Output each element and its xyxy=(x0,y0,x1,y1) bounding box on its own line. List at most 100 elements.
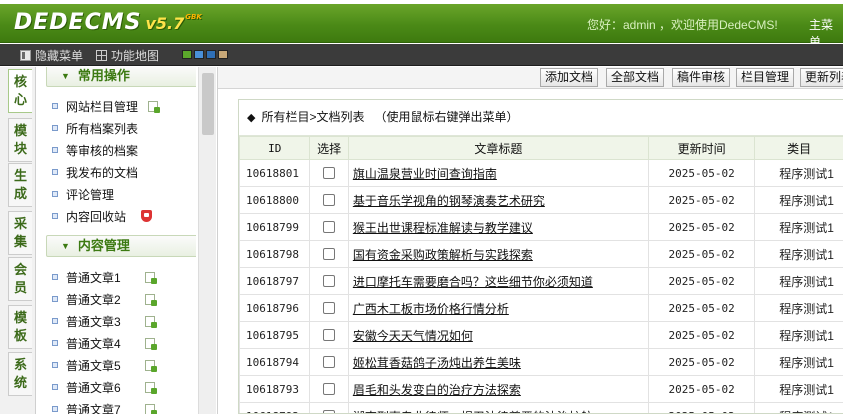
document-list-panel: ◆ 所有栏目>文档列表 （使用鼠标右键弹出菜单） ID 选择 文章标题 更新时间 类目 1… xyxy=(238,99,843,414)
row-checkbox[interactable] xyxy=(323,221,336,234)
menu-item-0[interactable]: 网站栏目管理 xyxy=(52,96,161,116)
side-tab[interactable]: 核心 xyxy=(8,69,32,113)
category-cell[interactable]: 程序测试1 xyxy=(754,186,843,214)
bullet-icon xyxy=(52,362,58,368)
add-article-icon[interactable] xyxy=(144,381,157,394)
table-row: 10618792 湖南刑事专业律师：捍卫法律尊严的法治护航 2025-05-02程序… xyxy=(239,402,843,414)
doc-title-link[interactable]: 广西木工板市场价格行情分析 xyxy=(353,302,509,316)
doc-title-link[interactable]: 国有资金采购政策解析与实践探索 xyxy=(353,248,533,262)
update-date: 2025-05-02 xyxy=(647,402,756,413)
doc-title-link[interactable]: 猴王出世课程标准解读与教学建议 xyxy=(353,221,533,235)
action-button[interactable]: 更新列表 xyxy=(800,68,843,87)
add-article-icon[interactable] xyxy=(144,293,157,306)
side-tab-label-line2: 员 xyxy=(13,280,27,295)
side-tab[interactable]: 系统 xyxy=(8,352,32,396)
title-cell: 进口摩托车需要磨合吗？这些细节你必须知道 xyxy=(347,267,649,295)
row-checkbox[interactable] xyxy=(323,356,336,369)
article-menu-item[interactable]: 普通文章4 xyxy=(52,333,157,353)
row-checkbox[interactable] xyxy=(323,167,336,180)
side-tab[interactable]: 生成 xyxy=(8,163,32,207)
row-checkbox[interactable] xyxy=(323,248,336,261)
row-checkbox[interactable] xyxy=(323,275,336,288)
title-cell: 姬松茸香菇鸽子汤炖出养生美味 xyxy=(347,348,649,376)
skin-swatch[interactable] xyxy=(182,50,192,59)
menu-item-5[interactable]: 内容回收站 xyxy=(52,206,153,226)
category-cell[interactable]: 程序测试1 xyxy=(754,348,843,376)
category-cell[interactable]: 程序测试1 xyxy=(754,294,843,322)
side-tab-label-line2: 成 xyxy=(13,186,27,201)
action-button[interactable]: 栏目管理 xyxy=(736,68,795,87)
row-checkbox[interactable] xyxy=(323,302,336,315)
category-cell[interactable]: 程序测试1 xyxy=(754,321,843,349)
select-cell xyxy=(309,186,349,214)
add-article-icon[interactable] xyxy=(144,403,157,414)
category-cell[interactable]: 程序测试1 xyxy=(754,375,843,403)
menu-item-1[interactable]: 所有档案列表 xyxy=(52,118,138,138)
select-cell xyxy=(309,321,349,349)
article-menu-item[interactable]: 普通文章1 xyxy=(52,267,157,287)
add-article-icon[interactable] xyxy=(144,337,157,350)
row-checkbox[interactable] xyxy=(323,383,336,396)
skin-swatch[interactable] xyxy=(206,50,216,59)
menu-item-4[interactable]: 评论管理 xyxy=(52,184,114,204)
skin-swatch[interactable] xyxy=(194,50,204,59)
menu-item-label: 内容回收站 xyxy=(66,209,127,224)
category-cell[interactable]: 程序测试1 xyxy=(754,240,843,268)
category-cell[interactable]: 程序测试1 xyxy=(754,267,843,295)
title-cell: 旗山温泉营业时间查询指南 xyxy=(347,159,649,187)
article-menu-item[interactable]: 普通文章7 xyxy=(52,399,157,414)
column-header: ID xyxy=(239,136,311,160)
row-checkbox[interactable] xyxy=(323,194,336,207)
side-tab[interactable]: 采集 xyxy=(8,211,32,255)
doc-id: 10618796 xyxy=(239,294,311,322)
section-common-ops[interactable]: ▼ 常用操作 xyxy=(46,67,196,87)
recycle-shield-icon xyxy=(141,210,153,222)
menu-item-label: 普通文章4 xyxy=(66,336,121,351)
row-checkbox[interactable] xyxy=(323,329,336,342)
doc-title-link[interactable]: 旗山温泉营业时间查询指南 xyxy=(353,167,497,181)
action-button[interactable]: 稿件审核 xyxy=(672,68,731,87)
skin-swatch[interactable] xyxy=(218,50,228,59)
add-item-icon[interactable] xyxy=(148,100,161,113)
category-cell[interactable]: 程序测试1 xyxy=(754,213,843,241)
side-tab-label-line1: 生 xyxy=(13,168,27,183)
side-tab-label-line1: 模 xyxy=(13,123,27,138)
article-menu-item[interactable]: 普通文章2 xyxy=(52,289,157,309)
side-tab[interactable]: 模板 xyxy=(8,305,32,349)
doc-title-link[interactable]: 湖南刑事专业律师：捍卫法律尊严的法治护航 xyxy=(353,410,593,414)
article-menu-item[interactable]: 普通文章6 xyxy=(52,377,157,397)
sitemap-button[interactable]: 功能地图 xyxy=(96,47,159,64)
doc-title-link[interactable]: 基于音乐学视角的钢琴演奏艺术研究 xyxy=(353,194,545,208)
action-button[interactable]: 添加文档 xyxy=(540,68,599,87)
doc-id: 10618800 xyxy=(239,186,311,214)
left-menu-scrollbar[interactable] xyxy=(198,67,216,414)
menu-item-2[interactable]: 等审核的档案 xyxy=(52,140,138,160)
side-tab[interactable]: 模块 xyxy=(8,118,32,162)
menu-item-3[interactable]: 我发布的文档 xyxy=(52,162,138,182)
side-tab[interactable]: 会员 xyxy=(8,257,32,301)
doc-title-link[interactable]: 安徽今天天气情况如何 xyxy=(353,329,473,343)
article-menu-item[interactable]: 普通文章3 xyxy=(52,311,157,331)
add-article-icon[interactable] xyxy=(144,315,157,328)
add-article-icon[interactable] xyxy=(144,359,157,372)
doc-title-link[interactable]: 姬松茸香菇鸽子汤炖出养生美味 xyxy=(353,356,521,370)
scrollbar-thumb[interactable] xyxy=(202,73,214,135)
row-checkbox[interactable] xyxy=(323,410,336,413)
category-cell[interactable]: 程序测试1 xyxy=(754,402,843,413)
add-article-icon[interactable] xyxy=(144,271,157,284)
select-cell xyxy=(309,294,349,322)
section-content-mgmt[interactable]: ▼ 内容管理 xyxy=(46,235,196,257)
doc-title-link[interactable]: 眉毛和头发变白的治疗方法探索 xyxy=(353,383,521,397)
table-row: 10618795 安徽今天天气情况如何 2025-05-02 程序测试1 xyxy=(239,321,843,349)
side-tab-label-line1: 核 xyxy=(13,74,27,89)
hide-menu-button[interactable]: 隐藏菜单 xyxy=(20,47,83,64)
category-cell[interactable]: 程序测试1 xyxy=(754,159,843,187)
diamond-icon: ◆ xyxy=(247,112,256,124)
chevron-down-icon: ▼ xyxy=(61,241,70,251)
article-menu-item[interactable]: 普通文章5 xyxy=(52,355,157,375)
action-button[interactable]: 全部文档 xyxy=(606,68,665,87)
menu-item-label: 普通文章1 xyxy=(66,270,121,285)
table-row: 10618800 基于音乐学视角的钢琴演奏艺术研究 2025-05-02 程序测试1 xyxy=(239,186,843,214)
table-row: 10618798 国有资金采购政策解析与实践探索 2025-05-02 程序测试1 xyxy=(239,240,843,268)
doc-title-link[interactable]: 进口摩托车需要磨合吗？这些细节你必须知道 xyxy=(353,275,593,289)
